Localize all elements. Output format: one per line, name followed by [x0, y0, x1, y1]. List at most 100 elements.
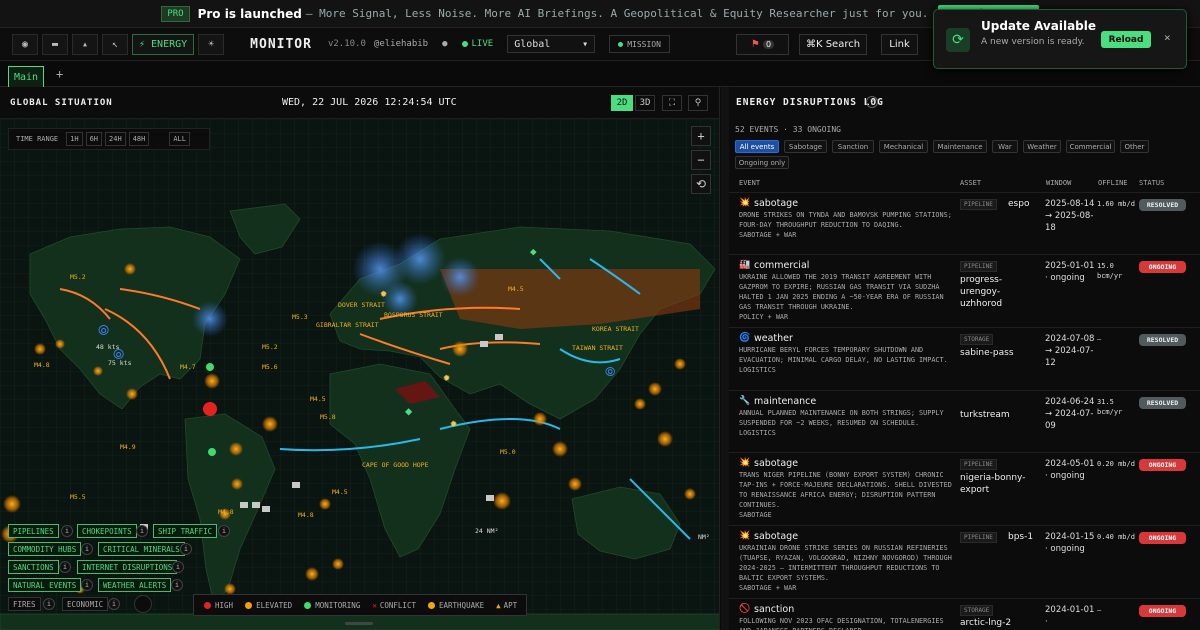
- tab-main[interactable]: Main: [8, 66, 44, 87]
- event-desc-text: ANNUAL PLANNED MAINTENANCE ON BOTH STRIN…: [739, 409, 944, 427]
- reset-view-button[interactable]: ⟲: [691, 174, 711, 194]
- add-tab-button[interactable]: +: [56, 67, 63, 81]
- info-icon[interactable]: i: [218, 525, 230, 537]
- layer-chokepoints[interactable]: CHOKEPOINTS: [77, 524, 137, 538]
- search-button[interactable]: ⌘K Search: [799, 34, 867, 55]
- asset-name[interactable]: arctic-lng-2: [960, 617, 1011, 629]
- mission-button[interactable]: MISSION: [609, 35, 670, 53]
- filter-mechanical[interactable]: Mechanical: [879, 140, 928, 153]
- asset-name[interactable]: sabine-pass: [960, 347, 1014, 359]
- close-icon[interactable]: ×: [1164, 31, 1171, 44]
- monitoring-marker[interactable]: [206, 363, 214, 371]
- layer-economic[interactable]: ECONOMIC: [62, 597, 109, 611]
- resize-handle[interactable]: [345, 622, 373, 625]
- table-row[interactable]: 🌀 weather HURRICANE BERYL FORCES TEMPORA…: [729, 327, 1200, 390]
- legend-apt-label: APT: [503, 600, 518, 610]
- layer-fires[interactable]: FIRES: [8, 597, 41, 611]
- event-description: FOLLOWING NOV 2023 OFAC DESIGNATION, TOT…: [739, 617, 944, 630]
- filter-weather[interactable]: Weather: [1023, 140, 1061, 153]
- filter-ongoing-only[interactable]: Ongoing only: [735, 156, 789, 169]
- time-1h-button[interactable]: 1H: [66, 132, 83, 146]
- banner-subtitle: – More Signal, Less Noise. More AI Brief…: [305, 7, 929, 20]
- header-event[interactable]: EVENT: [739, 179, 760, 187]
- info-icon[interactable]: i: [81, 543, 93, 555]
- table-row[interactable]: 💥 sabotage UKRAINIAN DRONE STRIKE SERIES…: [729, 525, 1200, 598]
- toast-title: Update Available: [981, 19, 1097, 33]
- view-2d-button[interactable]: 2D: [611, 95, 633, 111]
- event-tags: LOGISTICS: [739, 429, 776, 437]
- filter-all-events[interactable]: All events: [735, 140, 779, 153]
- label-bosporus: BOSPORUS STRAIT: [384, 311, 443, 319]
- layer-ship-traffic[interactable]: SHIP TRAFFIC: [153, 524, 218, 538]
- fullscreen-icon[interactable]: ⛶: [662, 95, 682, 111]
- info-icon[interactable]: i: [61, 525, 73, 537]
- event-window: 2024-05-01 · ongoing: [1045, 459, 1095, 481]
- view-3d-button[interactable]: 3D: [635, 95, 655, 111]
- reload-button[interactable]: Reload: [1101, 31, 1151, 48]
- region-select[interactable]: Global ▾: [507, 35, 596, 53]
- monitoring-marker[interactable]: [208, 448, 216, 456]
- asset-name[interactable]: turkstream: [960, 409, 1010, 421]
- panel-divider[interactable]: [721, 87, 729, 630]
- globe-icon[interactable]: ◉: [12, 33, 38, 55]
- monitor-icon[interactable]: ▬: [42, 33, 68, 55]
- time-24h-button[interactable]: 24H: [105, 132, 126, 146]
- layer-sanctions[interactable]: SANCTIONS: [8, 560, 59, 574]
- header-offline[interactable]: OFFLINE: [1098, 179, 1128, 187]
- chart-icon[interactable]: ▴: [72, 33, 98, 55]
- asset-name[interactable]: progress-urengoy-uzhhorod: [960, 274, 1040, 310]
- layer-pipelines[interactable]: PIPELINES: [8, 524, 59, 538]
- cursor-icon[interactable]: ↖: [102, 33, 128, 55]
- alerts-button[interactable]: ⚑ 0: [736, 34, 789, 55]
- zoom-in-button[interactable]: +: [691, 126, 711, 146]
- zoom-out-button[interactable]: −: [691, 150, 711, 170]
- layer-natural-events[interactable]: NATURAL EVENTS: [8, 578, 82, 592]
- header-asset[interactable]: ASSET: [960, 179, 981, 187]
- header-status[interactable]: STATUS: [1139, 179, 1164, 187]
- filter-sabotage[interactable]: Sabotage: [784, 140, 827, 153]
- layer-commodity-hubs[interactable]: COMMODITY HUBS: [8, 542, 82, 556]
- region-value: Global: [514, 38, 551, 50]
- info-icon[interactable]: i: [81, 579, 93, 591]
- info-icon[interactable]: i: [59, 561, 71, 573]
- info-icon[interactable]: i: [172, 561, 184, 573]
- map-title: GLOBAL SITUATION: [10, 98, 113, 108]
- filter-other[interactable]: Other: [1120, 140, 1149, 153]
- info-icon[interactable]: i: [171, 579, 183, 591]
- filter-sanction[interactable]: Sanction: [832, 140, 874, 153]
- author-handle[interactable]: @eliehabib: [374, 39, 428, 49]
- help-icon[interactable]: ?: [866, 96, 878, 108]
- asset-name[interactable]: nigeria-bonny-export: [960, 472, 1040, 496]
- monitoring-dot-icon: [304, 601, 312, 609]
- asset-name[interactable]: bps-1: [1008, 531, 1033, 543]
- high-alert-marker[interactable]: [203, 402, 217, 416]
- time-all-button[interactable]: ALL: [169, 132, 190, 146]
- filter-war[interactable]: War: [992, 140, 1018, 153]
- header-window[interactable]: WINDOW: [1046, 179, 1071, 187]
- info-icon[interactable]: i: [136, 525, 148, 537]
- info-icon[interactable]: i: [43, 598, 55, 610]
- table-row[interactable]: 🔧 maintenance ANNUAL PLANNED MAINTENANCE…: [729, 390, 1200, 452]
- table-row[interactable]: 💥 sabotage DRONE STRIKES ON TYNDA AND BA…: [729, 192, 1200, 254]
- asset-name[interactable]: espo: [1008, 198, 1029, 210]
- asset-type-badge: STORAGE: [960, 334, 994, 345]
- energy-variant-button[interactable]: ⚡ ENERGY: [132, 33, 195, 55]
- layer-internet-disruptions[interactable]: INTERNET DISRUPTIONS: [77, 560, 178, 574]
- map-datetime: WED, 22 JUL 2026 12:24:54 UTC: [282, 97, 457, 108]
- github-icon[interactable]: ●: [442, 39, 447, 49]
- time-48h-button[interactable]: 48H: [128, 132, 150, 146]
- table-row[interactable]: 🏭 commercial UKRAINE ALLOWED THE 2019 TR…: [729, 254, 1200, 327]
- layer-more-toggle[interactable]: [134, 595, 152, 613]
- layer-critical-minerals[interactable]: CRITICAL MINERALS: [98, 542, 185, 556]
- info-icon[interactable]: i: [108, 598, 120, 610]
- table-row[interactable]: 💥 sabotage TRANS NIGER PIPELINE (BONNY E…: [729, 452, 1200, 525]
- pin-icon[interactable]: ⚲: [688, 95, 708, 111]
- link-button[interactable]: Link: [881, 34, 918, 55]
- filter-commercial[interactable]: Commercial: [1066, 140, 1115, 153]
- info-icon[interactable]: i: [180, 543, 192, 555]
- filter-maintenance[interactable]: Maintenance: [933, 140, 987, 153]
- time-6h-button[interactable]: 6H: [85, 132, 103, 146]
- layer-weather-alerts[interactable]: WEATHER ALERTS: [98, 578, 172, 592]
- sun-icon[interactable]: ☀: [198, 33, 225, 55]
- table-row[interactable]: 🚫 sanction FOLLOWING NOV 2023 OFAC DESIG…: [729, 598, 1200, 630]
